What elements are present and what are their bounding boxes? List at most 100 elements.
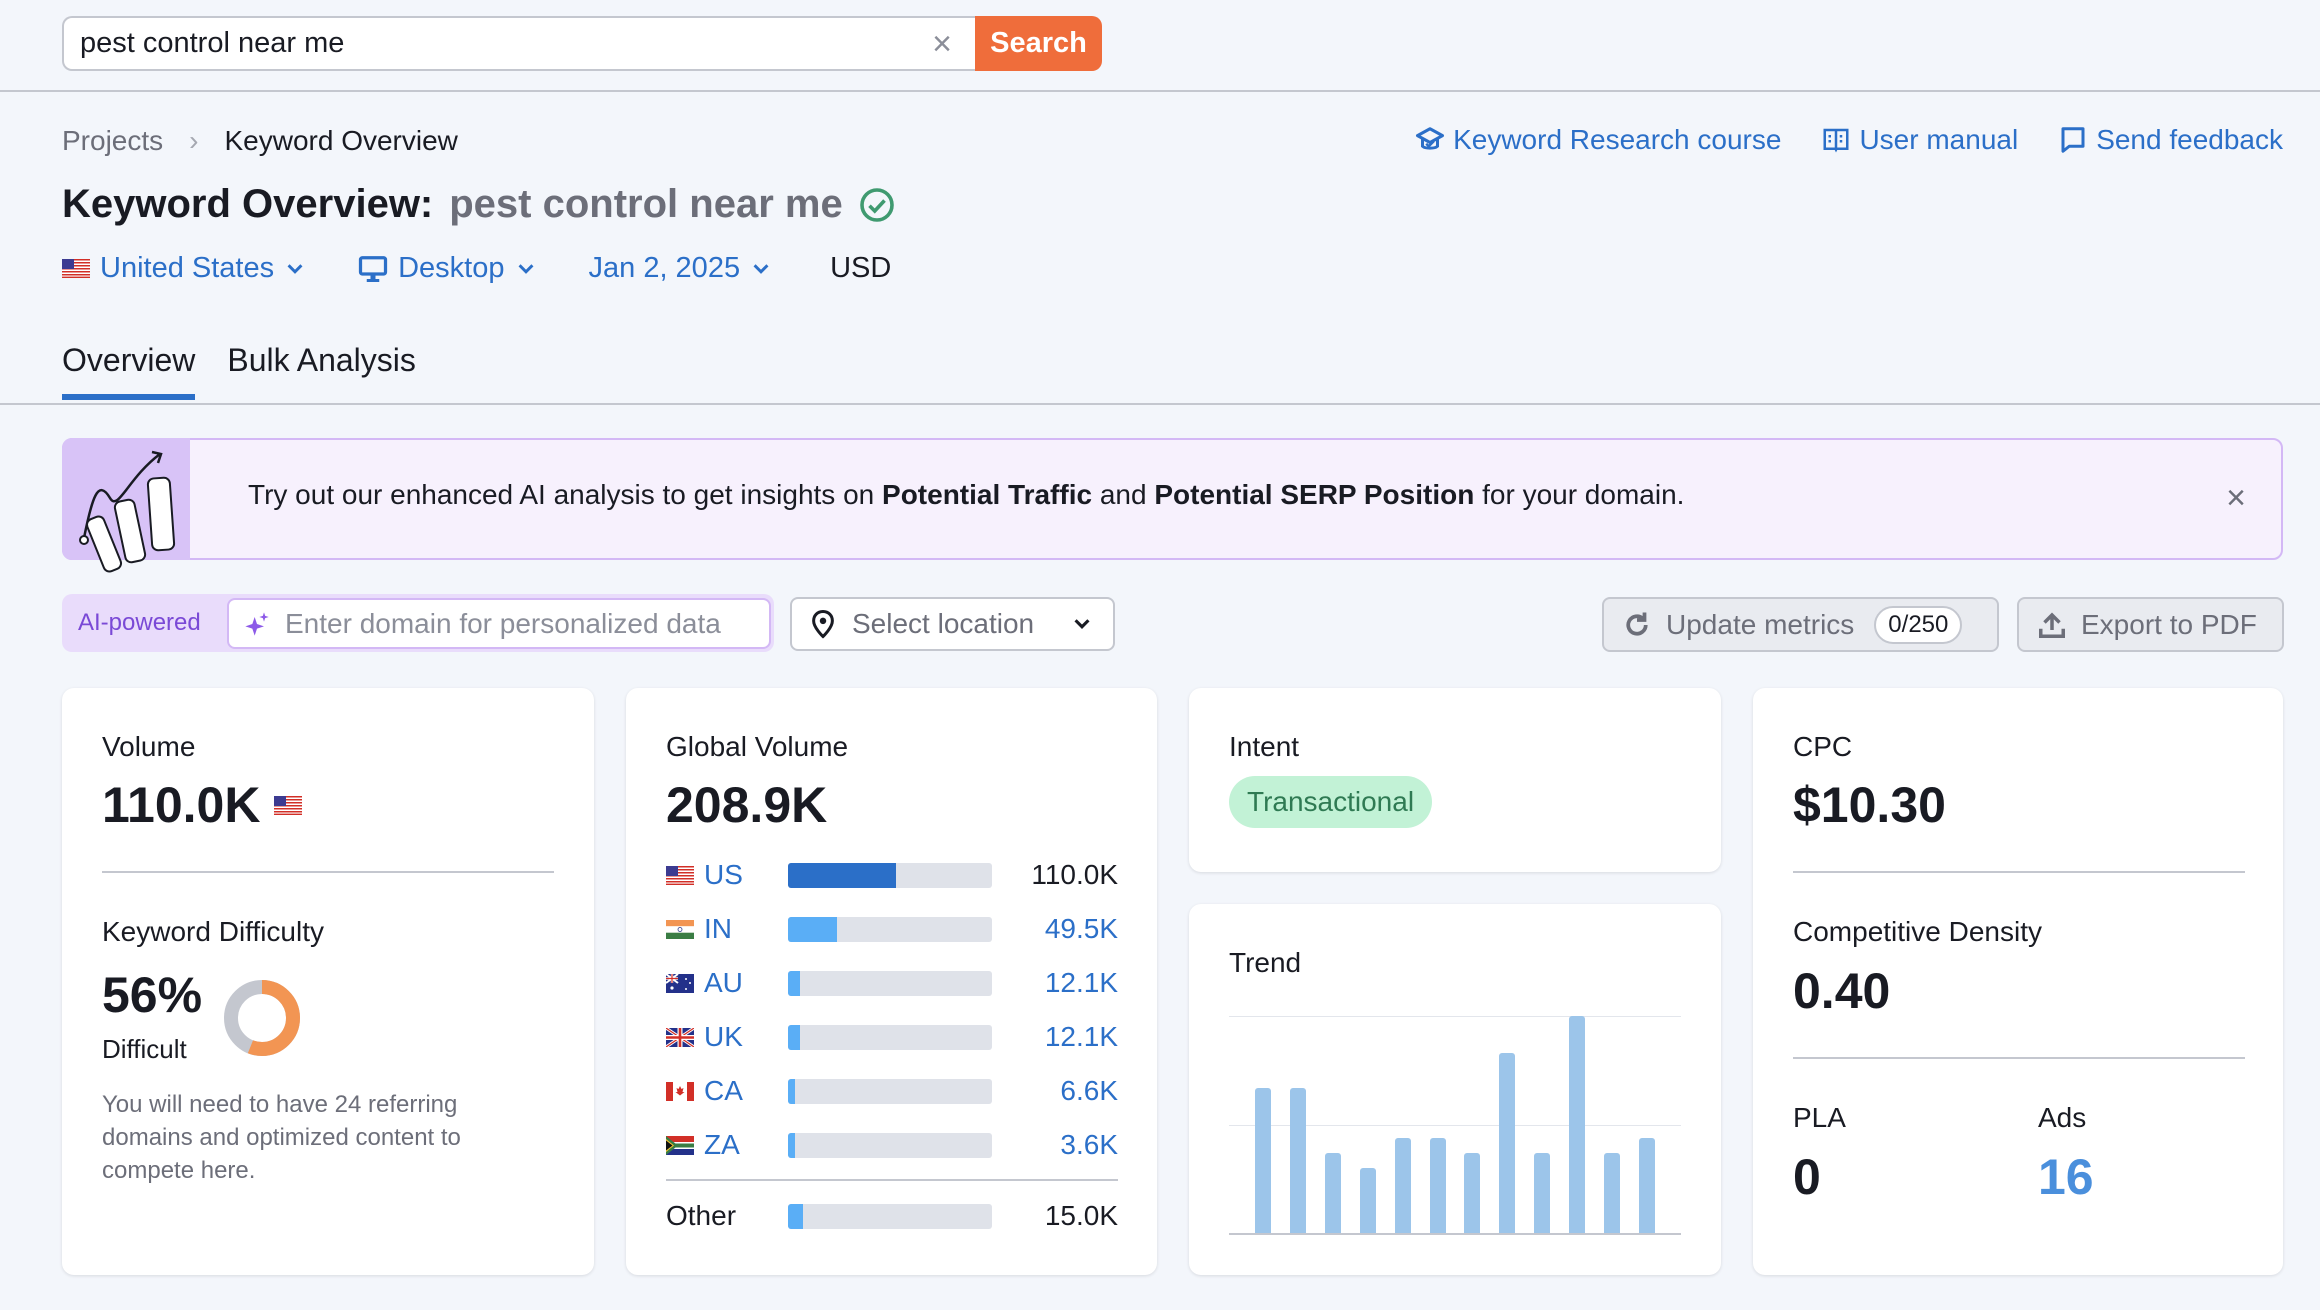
trend-bar-5[interactable] [1394,1137,1411,1233]
pla-label: PLA [1793,1102,1846,1133]
country-bar-fill [788,970,800,996]
trend-bar-7[interactable] [1464,1152,1481,1233]
country-bar-track [788,1132,992,1158]
country-bar-track [788,970,992,996]
other-value: 15.0K [1044,1200,1118,1231]
device-label: Desktop [398,252,505,284]
other-bar-track [788,1203,992,1229]
breadcrumb: Projects › Keyword Overview [62,125,458,157]
country-code[interactable]: US [704,859,778,891]
trend-bar-1[interactable] [1255,1087,1271,1233]
country-volume[interactable]: 12.1K [1045,967,1118,999]
volume-divider [102,871,554,873]
trend-bar-12[interactable] [1638,1137,1655,1233]
search-input[interactable]: pest control near me [62,16,975,71]
ads-value[interactable]: 16 [2038,1148,2094,1206]
country-bar-track [788,1024,992,1050]
banner-potential-serp: Potential SERP Position [1154,479,1475,510]
country-volume[interactable]: 3.6K [1060,1129,1118,1161]
tab-bulk-analysis[interactable]: Bulk Analysis [227,342,416,397]
country-bar-track [788,1078,992,1104]
country-select[interactable]: United States [62,252,306,285]
us-flag-icon [274,795,303,815]
ads-label: Ads [2038,1102,2087,1133]
keyword-difficulty-value: 56% [102,967,203,1023]
trend-bar-6[interactable] [1429,1137,1446,1233]
intent-card: Intent Transactional [1189,688,1721,872]
send-feedback-label: Send feedback [2096,124,2283,155]
search-button[interactable]: Search [975,16,1102,71]
date-label: Jan 2, 2025 [588,252,741,284]
us-flag-icon [666,865,694,885]
location-select-placeholder: Select location [852,608,1035,639]
cpc-label: CPC [1793,731,1853,762]
domain-input[interactable]: Enter domain for personalized data [227,598,771,649]
global-volume-row-us: US 110.0K [666,855,1118,895]
cpc-card: CPC $10.30 Competitive Density 0.40 PLA … [1753,688,2283,1275]
currency-label: USD [830,252,892,284]
tab-overview[interactable]: Overview [62,342,196,400]
trend-bar-3[interactable] [1324,1152,1341,1233]
global-volume-other-row: Other 15.0K [666,1196,1118,1236]
update-metrics-count: 0/250 [1874,605,1963,644]
pla-value: 0 [1793,1149,1821,1205]
country-volume[interactable]: 49.5K [1045,913,1118,945]
uk-flag-icon [666,1027,694,1047]
country-volume[interactable]: 12.1K [1045,1021,1118,1053]
global-volume-row-uk: UK 12.1K [666,1017,1118,1057]
competitive-density-label: Competitive Density [1793,916,2042,947]
trend-bar-10[interactable] [1569,1016,1586,1233]
banner-message: Try out our enhanced AI analysis to get … [248,479,1684,511]
volume-card: Volume 110.0K Keyword Difficulty 56% Dif… [62,688,594,1275]
country-bar-fill [788,1132,795,1158]
trend-bar-9[interactable] [1534,1152,1551,1233]
volume-value: 110.0K [102,777,261,833]
country-code[interactable]: UK [704,1021,778,1053]
chevron-down-icon [1074,619,1090,629]
device-select[interactable]: Desktop [358,252,536,285]
country-bar-fill [788,1024,800,1050]
trend-bar-11[interactable] [1604,1152,1620,1233]
keyword-difficulty-donut [224,980,300,1056]
volume-value-row: 110.0K [102,776,303,834]
book-icon [1823,128,1849,153]
country-code[interactable]: AU [704,967,778,999]
keyword-difficulty-level: Difficult [102,1034,187,1064]
keyword-difficulty-description: You will need to have 24 referring domai… [102,1091,461,1184]
clear-search-icon[interactable]: × [922,24,962,64]
country-bar-fill [788,916,837,942]
country-label: United States [100,252,275,284]
sparkle-icon [245,611,269,636]
keyword-research-course-link[interactable]: Keyword Research course [1415,124,1781,156]
ca-flag-icon [666,1081,694,1101]
country-bar-fill [788,1078,795,1104]
country-code[interactable]: CA [704,1075,778,1107]
trend-bar-4[interactable] [1359,1167,1376,1233]
other-bar-fill [788,1203,803,1229]
competitive-density-value: 0.40 [1793,963,1891,1019]
location-pin-icon [812,609,834,639]
update-metrics-button[interactable]: Update metrics 0/250 [1602,597,1999,652]
global-volume-label: Global Volume [666,731,849,762]
user-manual-link[interactable]: User manual [1821,124,2018,156]
close-banner-icon[interactable]: × [2218,479,2254,517]
global-volume-row-ca: CA 6.6K [666,1071,1118,1111]
help-links: Keyword Research course User manual Send… [1415,124,2283,156]
location-select[interactable]: Select location [790,597,1115,651]
global-volume-row-za: ZA 3.6K [666,1125,1118,1165]
trend-gridline-top [1229,1016,1681,1017]
filters-bar: United States Desktop Jan 2, 2025 USD [62,252,891,285]
trend-bar-8[interactable] [1499,1052,1516,1233]
date-select[interactable]: Jan 2, 2025 [589,252,773,285]
cpc-divider [1793,871,2245,873]
send-feedback-link[interactable]: Send feedback [2058,124,2283,156]
trend-bar-2[interactable] [1289,1087,1306,1233]
breadcrumb-projects[interactable]: Projects [62,125,163,157]
country-code[interactable]: ZA [704,1129,778,1161]
refresh-icon [1626,612,1648,636]
banner-text-3: for your domain. [1474,479,1685,510]
country-volume[interactable]: 6.6K [1060,1075,1118,1107]
export-pdf-button[interactable]: Export to PDF [2017,597,2284,652]
country-code[interactable]: IN [704,913,778,945]
country-volume: 110.0K [1031,859,1118,890]
